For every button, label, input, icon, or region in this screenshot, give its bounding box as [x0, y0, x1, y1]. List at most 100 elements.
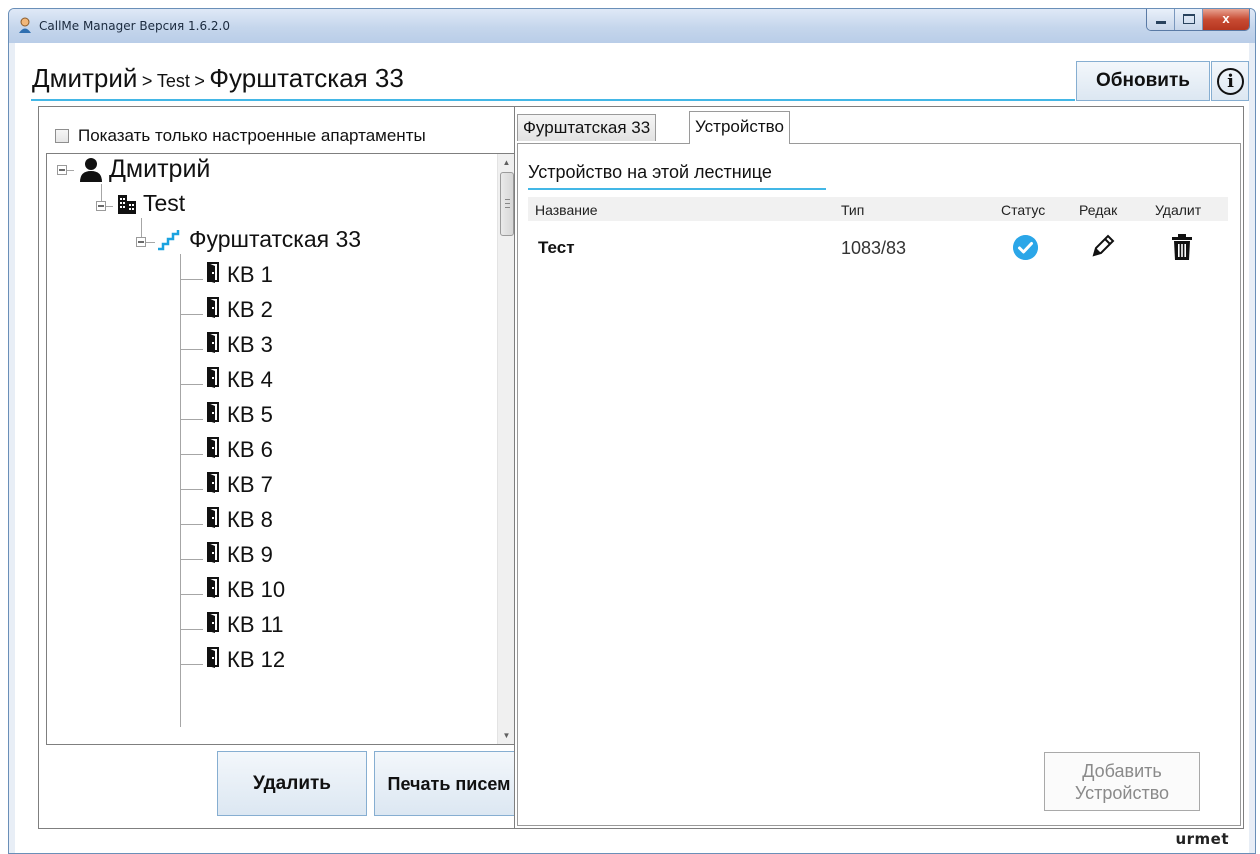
- refresh-button[interactable]: Обновить: [1076, 61, 1210, 101]
- column-header-edit: Редак: [1079, 202, 1118, 218]
- building-icon: [118, 194, 136, 214]
- tree-node-apartment[interactable]: КВ 11: [205, 611, 283, 638]
- staircase-icon: [158, 229, 180, 250]
- door-icon: [205, 331, 221, 358]
- breadcrumb-staircase: Фурштатская 33: [209, 63, 404, 93]
- tree-node-label: КВ 11: [227, 611, 284, 637]
- show-configured-checkbox[interactable]: [55, 129, 69, 143]
- tree-node-apartment[interactable]: КВ 9: [205, 541, 273, 568]
- tree-scrollbar[interactable]: ▲ ▼: [497, 154, 515, 744]
- tab-staircase[interactable]: Фурштатская 33: [517, 114, 657, 141]
- door-icon: [205, 261, 221, 288]
- tree-connector: [180, 419, 203, 420]
- tree-node-label: Дмитрий: [109, 155, 211, 183]
- door-icon: [205, 366, 221, 393]
- minimize-button[interactable]: [1147, 9, 1175, 30]
- tree-node-staircase[interactable]: Фурштатская 33: [157, 226, 361, 253]
- show-configured-label[interactable]: Показать только настроенные апартаменты: [78, 126, 426, 146]
- tree-node-apartment[interactable]: КВ 4: [205, 366, 273, 393]
- apartments-panel: Показать только настроенные апартаменты: [38, 106, 530, 829]
- device-name: Тест: [538, 238, 575, 257]
- door-icon: [205, 646, 221, 673]
- title-bar[interactable]: CallMe Manager Версия 1.6.2.0 x: [9, 9, 1255, 43]
- check-circle-icon: [1013, 235, 1038, 260]
- tree-node-label: КВ 1: [227, 261, 273, 287]
- device-table-header: Название Тип Статус Редак Удалит: [528, 197, 1228, 221]
- pencil-icon[interactable]: [1090, 233, 1116, 259]
- tree-connector: [180, 664, 203, 665]
- tab-device[interactable]: Устройство: [689, 111, 790, 144]
- tree-node-label: КВ 12: [227, 646, 286, 672]
- tree-node-label: КВ 9: [227, 541, 273, 567]
- tree-node-label: Test: [143, 190, 186, 216]
- breadcrumb-user: Дмитрий: [32, 63, 138, 93]
- column-header-status: Статус: [1001, 202, 1046, 218]
- minimize-icon: [1156, 21, 1166, 24]
- tree-connector: [180, 489, 203, 490]
- app-window: CallMe Manager Версия 1.6.2.0 x Дмитрий …: [8, 8, 1256, 854]
- breadcrumb: Дмитрий > Test > Фурштатская 33: [32, 63, 404, 94]
- apartment-tree[interactable]: Дмитрий Test Фурштатская 33 КВ 1 КВ 2 КВ…: [46, 153, 516, 745]
- collapse-toggle[interactable]: [96, 201, 106, 211]
- tree-connector: [180, 594, 203, 595]
- tree-node-label: КВ 6: [227, 436, 273, 462]
- tab-content-device: Устройство на этой лестнице Название Тип…: [517, 143, 1241, 826]
- tree-node-apartment[interactable]: КВ 3: [205, 331, 273, 358]
- column-header-name: Название: [535, 202, 598, 218]
- tree-connector: [180, 349, 203, 350]
- tree-node-apartment[interactable]: КВ 8: [205, 506, 273, 533]
- tree-node-apartment[interactable]: КВ 10: [205, 576, 285, 603]
- window-title: CallMe Manager Версия 1.6.2.0: [39, 19, 231, 33]
- tree-node-user[interactable]: Дмитрий: [79, 155, 210, 184]
- door-icon: [205, 576, 221, 603]
- breadcrumb-underline: [31, 99, 1075, 101]
- maximize-button[interactable]: [1175, 9, 1203, 30]
- trash-icon[interactable]: [1171, 233, 1193, 261]
- tree-node-apartment[interactable]: КВ 1: [205, 261, 273, 288]
- tree-node-label: КВ 5: [227, 401, 273, 427]
- table-row[interactable]: Тест 1083/83: [528, 226, 1228, 266]
- tree-node-building[interactable]: Test: [117, 190, 185, 217]
- tree-node-label: КВ 3: [227, 331, 273, 357]
- tree-node-label: КВ 10: [227, 576, 286, 602]
- door-icon: [205, 296, 221, 323]
- breadcrumb-building: Test: [156, 71, 190, 91]
- tree-node-apartment[interactable]: КВ 12: [205, 646, 285, 673]
- door-icon: [205, 611, 221, 638]
- door-icon: [205, 471, 221, 498]
- add-device-button[interactable]: Добавить Устройство: [1044, 752, 1200, 811]
- tree-connector: [180, 314, 203, 315]
- print-letters-button[interactable]: Печать писем: [374, 751, 524, 816]
- door-icon: [205, 436, 221, 463]
- door-icon: [205, 401, 221, 428]
- client-area: Дмитрий > Test > Фурштатская 33 Обновить…: [15, 43, 1249, 853]
- tree-node-apartment[interactable]: КВ 5: [205, 401, 273, 428]
- scroll-thumb[interactable]: [500, 172, 514, 236]
- door-icon: [205, 541, 221, 568]
- tree-connector: [180, 279, 203, 280]
- window-controls: x: [1146, 9, 1250, 31]
- tree-node-apartment[interactable]: КВ 6: [205, 436, 273, 463]
- delete-button[interactable]: Удалить: [217, 751, 367, 816]
- tree-node-label: КВ 7: [227, 471, 273, 497]
- tree-connector: [180, 559, 203, 560]
- info-button[interactable]: i: [1211, 61, 1249, 101]
- close-button[interactable]: x: [1203, 9, 1249, 30]
- section-underline: [528, 188, 826, 190]
- app-icon: [19, 17, 31, 33]
- collapse-toggle[interactable]: [136, 237, 146, 247]
- tree-node-apartment[interactable]: КВ 2: [205, 296, 273, 323]
- scroll-up-arrow-icon[interactable]: ▲: [498, 154, 515, 171]
- tree-node-label: КВ 8: [227, 506, 273, 532]
- urmet-logo: urmet: [1175, 830, 1229, 848]
- tree-node-apartment[interactable]: КВ 7: [205, 471, 273, 498]
- tree-connector: [180, 384, 203, 385]
- collapse-toggle[interactable]: [57, 165, 67, 175]
- details-panel: Фурштатская 33 Устройство Устройство на …: [514, 106, 1244, 829]
- tree-node-label: КВ 2: [227, 296, 273, 322]
- column-header-delete: Удалит: [1155, 202, 1202, 218]
- tree-connector: [180, 629, 203, 630]
- show-configured-checkbox-row[interactable]: Показать только настроенные апартаменты: [55, 126, 426, 146]
- tree-node-label: КВ 4: [227, 366, 273, 392]
- scroll-down-arrow-icon[interactable]: ▼: [498, 727, 515, 744]
